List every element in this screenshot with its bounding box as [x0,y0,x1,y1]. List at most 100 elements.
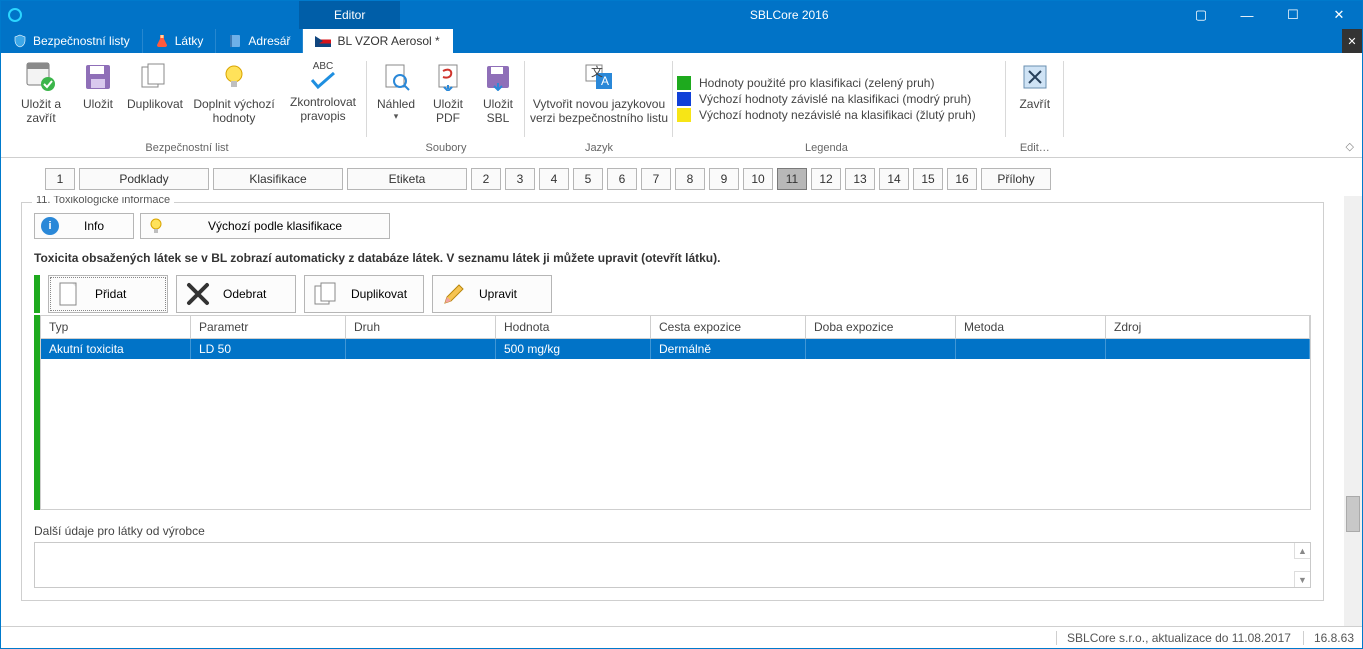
section-button-klasifikace[interactable]: Klasifikace [213,168,343,190]
section-button-3[interactable]: 3 [505,168,535,190]
address-book-icon [228,34,242,48]
section-button-15[interactable]: 15 [913,168,943,190]
ribbon-label: Uložit a zavřít [11,97,71,126]
table-empty-area[interactable] [41,359,1310,509]
edit-button[interactable]: Upravit [432,275,552,313]
legend-row-blue: Výchozí hodnoty závislé na klasifikaci (… [677,92,976,106]
defaults-by-classification-button[interactable]: Výchozí podle klasifikace [140,213,390,239]
save-and-close-button[interactable]: Uložit a zavřít [11,57,71,139]
column-header[interactable]: Cesta expozice [651,316,806,339]
button-label: Info [69,219,119,233]
legend-text: Výchozí hodnoty nezávislé na klasifikaci… [699,108,976,122]
scroll-up-button[interactable]: ▲ [1294,543,1310,559]
section-button-etiketa[interactable]: Etiketa [347,168,467,190]
section-button-podklady[interactable]: Podklady [79,168,209,190]
section-button-6[interactable]: 6 [607,168,637,190]
vertical-scrollbar[interactable] [1344,196,1362,626]
duplicate-row-button[interactable]: Duplikovat [304,275,424,313]
column-header[interactable]: Hodnota [496,316,651,339]
additional-info-textarea[interactable]: ▲ ▼ [34,542,1311,588]
section-title: 11. Toxikologické informace [32,196,174,206]
scrollbar-thumb[interactable] [1346,496,1360,532]
scroll-down-button[interactable]: ▼ [1294,571,1310,587]
column-header[interactable]: Druh [346,316,496,339]
tab-safety-sheets[interactable]: Bezpečnostní listy [1,29,143,53]
new-language-version-button[interactable]: 文A Vytvořit novou jazykovou verzi bezpeč… [529,57,669,139]
table-cell [956,339,1106,359]
fill-defaults-button[interactable]: Doplnit výchozí hodnoty [189,57,279,139]
svg-text:A: A [601,74,609,88]
section-button-10[interactable]: 10 [743,168,773,190]
close-button[interactable]: ✕ [1316,1,1362,29]
table-cell: Akutní toxicita [41,339,191,359]
section-button-7[interactable]: 7 [641,168,671,190]
button-label: Přidat [95,287,126,301]
flask-icon [155,34,169,48]
section-button-5[interactable]: 5 [573,168,603,190]
button-label: Odebrat [223,287,266,301]
section-button-8[interactable]: 8 [675,168,705,190]
section-11-panel: 11. Toxikologické informace i Info Výcho… [21,202,1324,601]
pencil-icon [441,281,467,307]
section-button-16[interactable]: 16 [947,168,977,190]
section-button-1[interactable]: 1 [45,168,75,190]
section-button-14[interactable]: 14 [879,168,909,190]
context-tab-editor[interactable]: Editor [299,1,400,29]
app-icon [1,1,29,29]
duplicate-button[interactable]: Duplikovat [125,57,185,139]
title-bar: Editor SBLCore 2016 ▢ — ☐ ✕ [1,1,1362,29]
tab-address-book[interactable]: Adresář [216,29,303,53]
app-window: Editor SBLCore 2016 ▢ — ☐ ✕ Bezpečnostní… [0,0,1363,649]
section-button-přílohy[interactable]: Přílohy [981,168,1051,190]
close-editor-button[interactable]: Zavřít [1010,57,1060,139]
ribbon-label: Uložit PDF [425,97,471,126]
status-update-info: SBLCore s.r.o., aktualizace do 11.08.201… [1056,631,1291,645]
table-row[interactable]: Akutní toxicitaLD 50500 mg/kgDermálně [41,339,1310,359]
save-button[interactable]: Uložit [75,57,121,139]
add-button[interactable]: Přidat [48,275,168,313]
lightbulb-icon [147,217,165,235]
column-header[interactable]: Typ [41,316,191,339]
legend-row-yellow: Výchozí hodnoty nezávislé na klasifikaci… [677,108,976,122]
lightbulb-icon [218,61,250,93]
column-header[interactable]: Doba expozice [806,316,956,339]
ribbon-group-label: Jazyk [585,139,613,157]
ribbon-label: Doplnit výchozí hodnoty [189,97,279,126]
tab-label: BL VZOR Aerosol * [337,34,439,48]
tab-substances[interactable]: Látky [143,29,217,53]
section-button-4[interactable]: 4 [539,168,569,190]
table-cell [1106,339,1310,359]
section-button-9[interactable]: 9 [709,168,739,190]
maximize-button[interactable]: ☐ [1270,1,1316,29]
window-options-button[interactable]: ▢ [1178,1,1224,29]
ribbon-group-label: Legenda [805,139,848,157]
button-label: Výchozí podle klasifikace [175,219,375,233]
save-pdf-button[interactable]: Uložit PDF [425,57,471,139]
subsection-label: Další údaje pro látky od výrobce [34,524,1311,538]
status-version: 16.8.63 [1303,631,1354,645]
info-button[interactable]: i Info [34,213,134,239]
section-button-12[interactable]: 12 [811,168,841,190]
duplicate-icon [313,281,339,307]
column-header[interactable]: Parametr [191,316,346,339]
section-button-11[interactable]: 11 [777,168,807,190]
section-button-13[interactable]: 13 [845,168,875,190]
ribbon-group-label: Soubory [426,139,467,157]
tab-active-document[interactable]: BL VZOR Aerosol * [303,29,452,53]
save-sbl-button[interactable]: Uložit SBL [475,57,521,139]
minimize-button[interactable]: — [1224,1,1270,29]
duplicate-icon [139,61,171,93]
button-label: Duplikovat [351,287,407,301]
ribbon-collapse-button[interactable]: ◇ [1346,140,1354,153]
section-button-2[interactable]: 2 [471,168,501,190]
column-header[interactable]: Metoda [956,316,1106,339]
tab-label: Látky [175,34,204,48]
preview-button[interactable]: Náhled ▾ [371,57,421,139]
column-header[interactable]: Zdroj [1106,316,1310,339]
table-cell: LD 50 [191,339,346,359]
tab-close-button[interactable]: ✕ [1342,29,1362,53]
delete-icon [185,281,211,307]
spellcheck-button[interactable]: ABC Zkontrolovat pravopis [283,57,363,139]
toxicity-table[interactable]: TypParametrDruhHodnotaCesta expoziceDoba… [40,315,1311,510]
remove-button[interactable]: Odebrat [176,275,296,313]
